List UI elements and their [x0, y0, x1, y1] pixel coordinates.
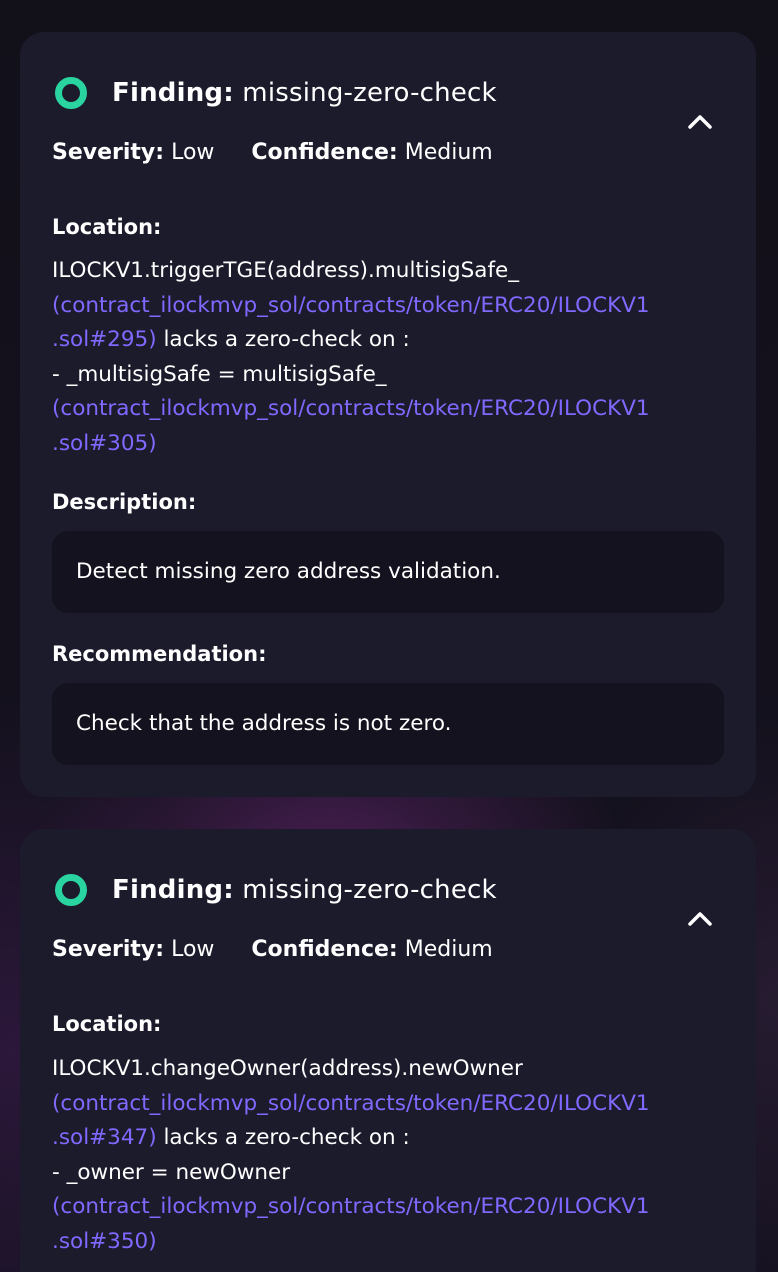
- findings-page: Finding: missing-zero-check Severity: Lo…: [0, 0, 778, 1272]
- confidence-label: Confidence:: [251, 140, 398, 165]
- description-box: Detect missing zero address validation.: [52, 531, 724, 613]
- finding-meta: Severity: Low Confidence: Medium: [52, 935, 493, 965]
- location-line: lacks a zero-check on :: [156, 327, 410, 352]
- finding-label: Finding:: [112, 875, 234, 905]
- location-text: ILOCKV1.changeOwner(address).newOwner (c…: [52, 1052, 732, 1259]
- status-ring-icon: [55, 77, 87, 109]
- location-line: - _owner = newOwner: [52, 1159, 291, 1185]
- recommendation-box: Check that the address is not zero.: [52, 683, 724, 765]
- chevron-up-icon[interactable]: [684, 903, 716, 935]
- confidence-value: Medium: [404, 937, 493, 962]
- location-line: ILOCKV1.changeOwner(address).newOwner: [52, 1056, 523, 1081]
- source-link[interactable]: .sol#350): [52, 1229, 157, 1254]
- location-line: ILOCKV1.triggerTGE(address).multisigSafe…: [52, 258, 520, 283]
- finding-title: Finding: missing-zero-check: [112, 873, 497, 907]
- source-link[interactable]: (contract_ilockmvp_sol/contracts/token/E…: [52, 1194, 650, 1219]
- chevron-up-icon[interactable]: [684, 106, 716, 138]
- source-link[interactable]: (contract_ilockmvp_sol/contracts/token/E…: [52, 1091, 650, 1116]
- source-link[interactable]: .sol#347): [52, 1125, 157, 1150]
- finding-card: Finding: missing-zero-check Severity: Lo…: [20, 829, 756, 1272]
- confidence-label: Confidence:: [251, 937, 398, 962]
- recommendation-heading: Recommendation:: [52, 642, 267, 666]
- finding-meta: Severity: Low Confidence: Medium: [52, 138, 493, 168]
- description-heading: Description:: [52, 490, 197, 514]
- finding-title: Finding: missing-zero-check: [112, 76, 497, 110]
- finding-name: missing-zero-check: [242, 78, 497, 108]
- finding-card: Finding: missing-zero-check Severity: Lo…: [20, 32, 756, 797]
- confidence-value: Medium: [404, 140, 493, 165]
- status-ring-icon: [55, 874, 87, 906]
- location-line: lacks a zero-check on :: [156, 1125, 410, 1150]
- severity-label: Severity:: [52, 937, 165, 962]
- severity-value: Low: [171, 937, 215, 962]
- source-link[interactable]: .sol#305): [52, 431, 157, 456]
- location-text: ILOCKV1.triggerTGE(address).multisigSafe…: [52, 254, 732, 461]
- severity-label: Severity:: [52, 140, 165, 165]
- severity-value: Low: [171, 140, 215, 165]
- finding-label: Finding:: [112, 78, 234, 108]
- location-line: - _multisigSafe = multisigSafe_: [52, 361, 387, 387]
- source-link[interactable]: (contract_ilockmvp_sol/contracts/token/E…: [52, 396, 650, 421]
- location-heading: Location:: [52, 215, 162, 239]
- source-link[interactable]: (contract_ilockmvp_sol/contracts/token/E…: [52, 293, 650, 318]
- finding-name: missing-zero-check: [242, 875, 497, 905]
- source-link[interactable]: .sol#295): [52, 327, 157, 352]
- location-heading: Location:: [52, 1012, 162, 1036]
